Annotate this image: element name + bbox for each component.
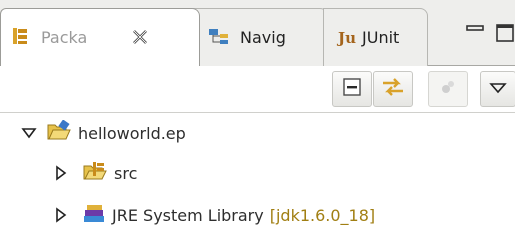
expand-arrow-right-icon[interactable] — [52, 164, 70, 182]
collapse-all-icon — [341, 76, 363, 102]
view-toolbar — [0, 66, 515, 113]
junit-icon: Ju — [338, 28, 357, 47]
tree-item-label: helloworld.ep — [78, 123, 186, 143]
link-with-editor-button[interactable] — [373, 71, 413, 107]
tree-item-label: JRE System Library — [112, 205, 264, 225]
tree-item-project[interactable]: helloworld.ep — [20, 116, 186, 150]
expand-arrow-right-icon[interactable] — [52, 206, 70, 224]
navigator-icon — [208, 26, 230, 50]
package-explorer-icon — [11, 26, 29, 50]
library-version-decoration: [jdk1.6.0_18] — [269, 205, 376, 225]
tab-junit[interactable]: Ju JUnit — [323, 8, 428, 66]
tab-label: Packa — [41, 28, 88, 47]
tree-item-src[interactable]: src — [52, 156, 137, 190]
collapse-all-button[interactable] — [332, 71, 372, 107]
tree-item-jre-library[interactable]: JRE System Library [jdk1.6.0_18] — [52, 198, 375, 232]
tree-item-label: src — [114, 163, 138, 183]
tab-navigator[interactable]: Navig — [193, 8, 328, 66]
minimize-icon[interactable] — [464, 22, 486, 44]
tab-package-explorer[interactable]: Packa — [0, 8, 200, 66]
link-with-editor-icon — [380, 76, 406, 102]
maximize-icon[interactable] — [494, 22, 515, 44]
focus-icon — [438, 77, 458, 101]
expand-arrow-down-icon[interactable] — [20, 124, 38, 142]
focus-button[interactable] — [428, 71, 468, 107]
tab-label: Navig — [240, 28, 286, 47]
project-folder-icon — [46, 119, 72, 146]
tab-label: JUnit — [362, 28, 400, 47]
library-icon — [82, 202, 106, 228]
close-icon[interactable] — [129, 26, 151, 48]
source-folder-icon — [82, 160, 108, 186]
view-menu-chevron-icon — [489, 80, 507, 99]
view-menu-button[interactable] — [480, 71, 515, 107]
view-tab-bar: Packa Navig Ju JUnit — [0, 0, 515, 66]
